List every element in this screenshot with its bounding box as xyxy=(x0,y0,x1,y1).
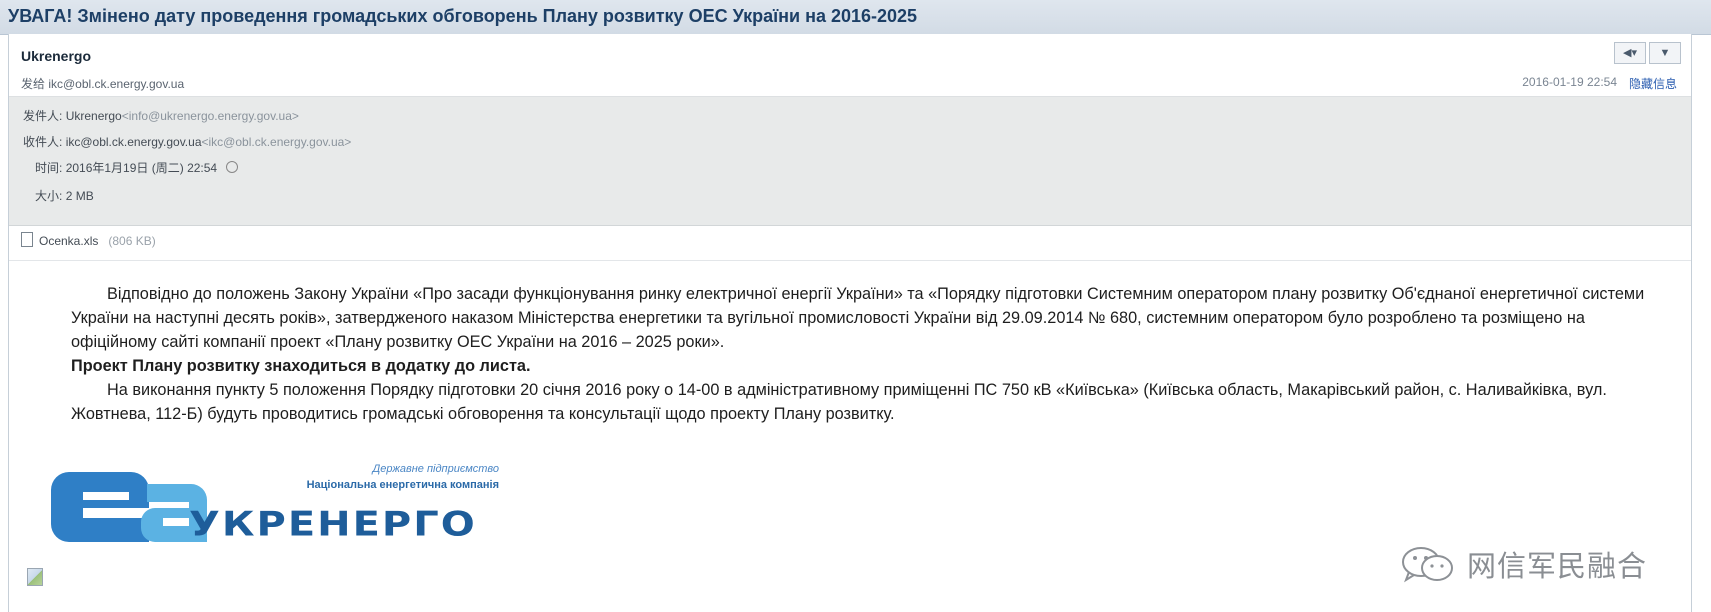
attachment-size: (806 KB) xyxy=(108,234,156,248)
email-header: Ukrenergo 发给 ikc@obl.ck.energy.gov.ua ◀▾… xyxy=(9,34,1691,96)
nav-buttons: ◀▾ ▼ xyxy=(1611,42,1681,64)
watermark: 网信军民融合 xyxy=(1399,544,1647,584)
time-label: 时间: xyxy=(35,161,63,175)
more-button[interactable]: ▼ xyxy=(1649,42,1681,64)
subject-bar: УВАГА! Змінено дату проведення громадськ… xyxy=(0,0,1711,35)
wechat-icon xyxy=(1401,547,1453,583)
email-body: Відповідно до положень Закону України «П… xyxy=(71,282,1671,426)
attachment[interactable]: Ocenka.xls (806 KB) xyxy=(21,232,156,248)
reply-icon: ◀▾ xyxy=(1623,47,1637,59)
email-subject: УВАГА! Змінено дату проведення громадськ… xyxy=(8,6,918,26)
logo-wordmark: УКРЕНЕРГО xyxy=(189,504,477,543)
sender-name[interactable]: Ukrenergo xyxy=(21,48,91,64)
ukrenergo-logo-graphic: Державне підприємство Національна енерге… xyxy=(39,452,511,562)
logo-line-2: Національна енергетична компанія xyxy=(307,479,499,491)
to-row: 收件人: ikc@obl.ck.energy.gov.ua<ikc@obl.ck… xyxy=(23,133,351,150)
logo-line-1: Державне підприємство xyxy=(370,463,499,475)
size-value: 2 MB xyxy=(65,189,94,203)
reply-button[interactable]: ◀▾ xyxy=(1614,42,1646,64)
from-row: 发件人: Ukrenergo<info@ukrenergo.energy.gov… xyxy=(23,107,299,124)
email-date: 2016-01-19 22:54 xyxy=(1522,75,1617,89)
chevron-down-icon: ▼ xyxy=(1659,47,1671,59)
broken-image-icon[interactable] xyxy=(27,568,43,586)
body-paragraph-2: Проект Плану розвитку знаходиться в дода… xyxy=(71,357,531,375)
time-value: 2016年1月19日 (周二) 22:54 xyxy=(65,161,218,175)
recipient-line: 发给 ikc@obl.ck.energy.gov.ua xyxy=(21,77,185,91)
from-name[interactable]: Ukrenergo xyxy=(66,109,122,123)
hide-details-link[interactable]: 隐藏信息 xyxy=(1629,75,1677,92)
size-label: 大小: xyxy=(35,189,63,203)
size-row: 大小: 2 MB xyxy=(35,187,94,204)
to-label: 收件人: xyxy=(23,135,63,149)
body-paragraph-3: На виконання пункту 5 положення Порядку … xyxy=(71,381,1607,423)
email-view: УВАГА! Змінено дату проведення громадськ… xyxy=(0,0,1711,612)
divider xyxy=(9,260,1691,261)
to-email: <ikc@obl.ck.energy.gov.ua> xyxy=(201,135,352,149)
from-label: 发件人: xyxy=(23,109,63,123)
to-name[interactable]: ikc@obl.ck.energy.gov.ua xyxy=(66,135,202,149)
details-panel: 发件人: Ukrenergo<info@ukrenergo.energy.gov… xyxy=(9,96,1691,226)
from-email: <info@ukrenergo.energy.gov.ua> xyxy=(121,109,299,123)
clock-icon[interactable] xyxy=(226,161,239,173)
body-paragraph-1: Відповідно до положень Закону України «П… xyxy=(71,285,1645,351)
watermark-text: 网信军民融合 xyxy=(1466,551,1647,583)
time-row: 时间: 2016年1月19日 (周二) 22:54 xyxy=(35,159,239,176)
email-frame: Ukrenergo 发给 ikc@obl.ck.energy.gov.ua ◀▾… xyxy=(8,34,1692,612)
file-icon xyxy=(21,232,33,247)
attachment-name[interactable]: Ocenka.xls xyxy=(39,234,98,248)
ukrenergo-logo: Державне підприємство Національна енерге… xyxy=(39,452,511,562)
